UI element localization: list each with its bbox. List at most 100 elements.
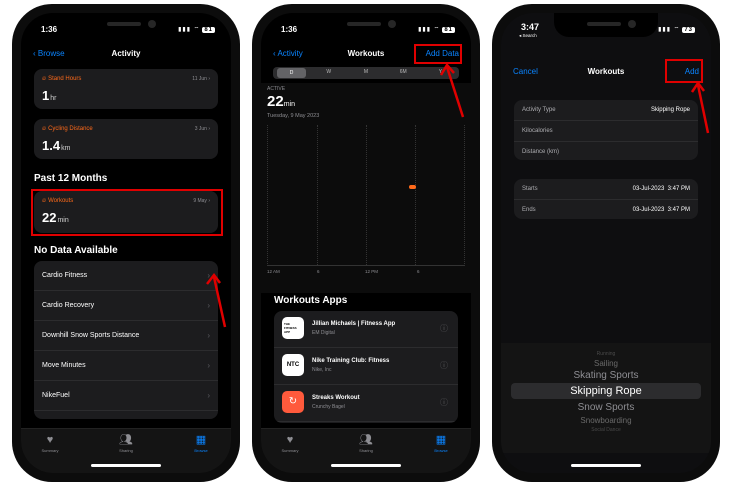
phone-activity: 1:36 ▮▮▮ ⌔ 81 ‹ Browse Activity 🔥︎ Stand … [12,4,240,482]
app-item-jillian-michaels[interactable]: THE FITNESS APP Jillian Michaels | Fitne… [274,311,458,348]
card-label-text: Cycling Distance [48,126,93,132]
list-item[interactable]: Downhill Snow Sports Distance › [34,321,218,351]
chevron-right-icon: › [207,361,210,370]
kilocalories-field[interactable]: Kilocalories [514,121,698,142]
app-icon-streaks: ↻ [282,391,304,413]
cycling-distance-card[interactable]: 🔥︎ Cycling Distance 3 Jun › 1.4km [34,119,218,159]
activity-type-picker[interactable]: Running Sailing Skating Sports Skipping … [501,343,711,453]
status-icons: ▮▮▮ ⌔ 73 [658,25,695,33]
active-value: 22min [267,93,295,110]
app-item-nike-training[interactable]: NTC Nike Training Club: Fitness Nike, In… [274,348,458,385]
no-data-list: Cardio Fitness › Cardio Recovery › Downhil… [34,261,218,419]
card-label: 🔥︎ Stand Hours [42,76,81,83]
list-item[interactable]: Cardio Recovery › [34,291,218,321]
activity-type-row[interactable]: Activity Type Skipping Rope [514,100,698,121]
section-past-12-months: Past 12 Months [34,173,108,184]
info-icon[interactable]: ⓘ [440,360,448,371]
battery-icon: 81 [442,27,455,33]
add-workout-screen: 3:47 ◂ Search ▮▮▮ ⌔ 73 Cancel Workouts Ad… [501,13,711,473]
tab-browse[interactable]: ▦ Browse [176,434,226,453]
grid-icon: ▦ [195,434,207,446]
chart-plot [267,125,465,266]
card-value: 1hr [42,88,57,103]
home-indicator [91,464,161,467]
card-date: 3 Jun › [194,126,210,132]
section-no-data: No Data Available [34,245,118,256]
red-arrow-annotation [439,62,465,118]
list-item[interactable]: Move Minutes › [34,351,218,381]
workout-details-form: Activity Type Skipping Rope Kilocalories … [514,100,698,160]
tick-label: 12 AM [267,269,280,274]
list-item[interactable]: Cardio Fitness › [34,261,218,291]
picker-option-selected[interactable]: Skipping Rope [501,385,711,397]
page-title: Activity [111,49,141,58]
segment-6-months[interactable]: 6M [388,69,418,75]
phone-workouts: 1:36 ▮▮▮ ⌔ 81 ‹ Activity Workouts Add Dat… [252,4,480,482]
signal-icon: ▮▮▮ [418,27,431,33]
grid-icon: ▦ [435,434,447,446]
workout-bar[interactable] [409,185,417,189]
tick-label: 6 [417,269,420,274]
distance-field[interactable]: Distance (km) [514,142,698,160]
red-arrow-annotation [206,272,227,328]
highlight-box-workouts [31,189,223,236]
app-icon-fitness-app: THE FITNESS APP [282,317,304,339]
starts-row[interactable]: Starts 03-Jul-2023 3:47 PM [514,179,698,200]
tab-sharing[interactable]: 👥︎ Sharing [101,434,151,453]
status-time: 3:47 [521,22,540,32]
picker-option[interactable]: Snow Sports [501,402,711,413]
active-label: ACTIVE [267,86,286,92]
workout-apps-list: THE FITNESS APP Jillian Michaels | Fitne… [274,311,458,423]
status-time: 1:36 [41,25,58,34]
tab-bar: ♥ Summary 👥︎ Sharing ▦ Browse [21,428,231,473]
card-label: 🔥︎ Cycling Distance [42,126,93,133]
people-icon: 👥︎ [119,434,133,446]
home-indicator [571,464,641,467]
chevron-right-icon: › [207,331,210,340]
stand-hours-card[interactable]: 🔥︎ Stand Hours 11 Jun › 1hr [34,69,218,109]
card-value: 1.4km [42,138,71,153]
app-item-streaks-workout[interactable]: ↻ Streaks Workout Crunchy Bagel ⓘ [274,385,458,422]
card-unit: hr [50,95,57,102]
wifi-icon: ⌔ [193,27,201,33]
picker-option[interactable]: Snowboarding [501,416,711,425]
info-icon[interactable]: ⓘ [440,397,448,408]
segment-month[interactable]: M [351,69,381,75]
tab-summary[interactable]: ♥ Summary [265,434,315,453]
tab-summary[interactable]: ♥ Summary [25,434,75,453]
tick-label: 12 PM [365,269,379,274]
card-date: 11 Jun › [192,76,210,82]
people-icon: 👥︎ [359,434,373,446]
tab-sharing[interactable]: 👥︎ Sharing [341,434,391,453]
chart-date: Tuesday, 9 May 2023 [267,113,320,119]
signal-icon: ▮▮▮ [658,27,671,33]
status-icons: ▮▮▮ ⌔ 81 [418,25,455,33]
section-workouts-apps: Workouts Apps [274,295,348,306]
tick-label: 6 [317,269,320,274]
status-icons: ▮▮▮ ⌔ 81 [178,25,215,33]
home-indicator [331,464,401,467]
heart-icon: ♥ [46,434,54,446]
notch [74,13,178,37]
card-label-text: Stand Hours [48,76,82,82]
picker-option[interactable]: Sailing [501,359,711,368]
segment-day[interactable]: D [276,68,307,78]
list-item[interactable]: NikeFuel › [34,381,218,411]
app-icon-ntc: NTC [282,354,304,376]
battery-icon: 81 [202,27,215,33]
flame-icon: 🔥︎ [42,126,47,132]
ends-row[interactable]: Ends 03-Jul-2023 3:47 PM [514,200,698,219]
info-icon[interactable]: ⓘ [440,323,448,334]
picker-option[interactable]: Skating Sports [501,370,711,381]
phone-add-workout: 3:47 ◂ Search ▮▮▮ ⌔ 73 Cancel Workouts Ad… [492,4,720,482]
activity-screen: 1:36 ▮▮▮ ⌔ 81 ‹ Browse Activity 🔥︎ Stand … [21,13,231,473]
picker-option[interactable]: Social Dance [501,427,711,433]
picker-option[interactable]: Running [501,351,711,357]
activity-type-value: Skipping Rope [650,107,690,113]
notch [554,13,658,37]
tab-bar: ♥ Summary 👥︎ Sharing ▦ Browse [261,428,471,473]
segment-week[interactable]: W [314,69,344,75]
time-form: Starts 03-Jul-2023 3:47 PM Ends 03-Jul-202… [514,179,698,219]
back-to-search[interactable]: ◂ Search [519,33,537,39]
tab-browse[interactable]: ▦ Browse [416,434,466,453]
